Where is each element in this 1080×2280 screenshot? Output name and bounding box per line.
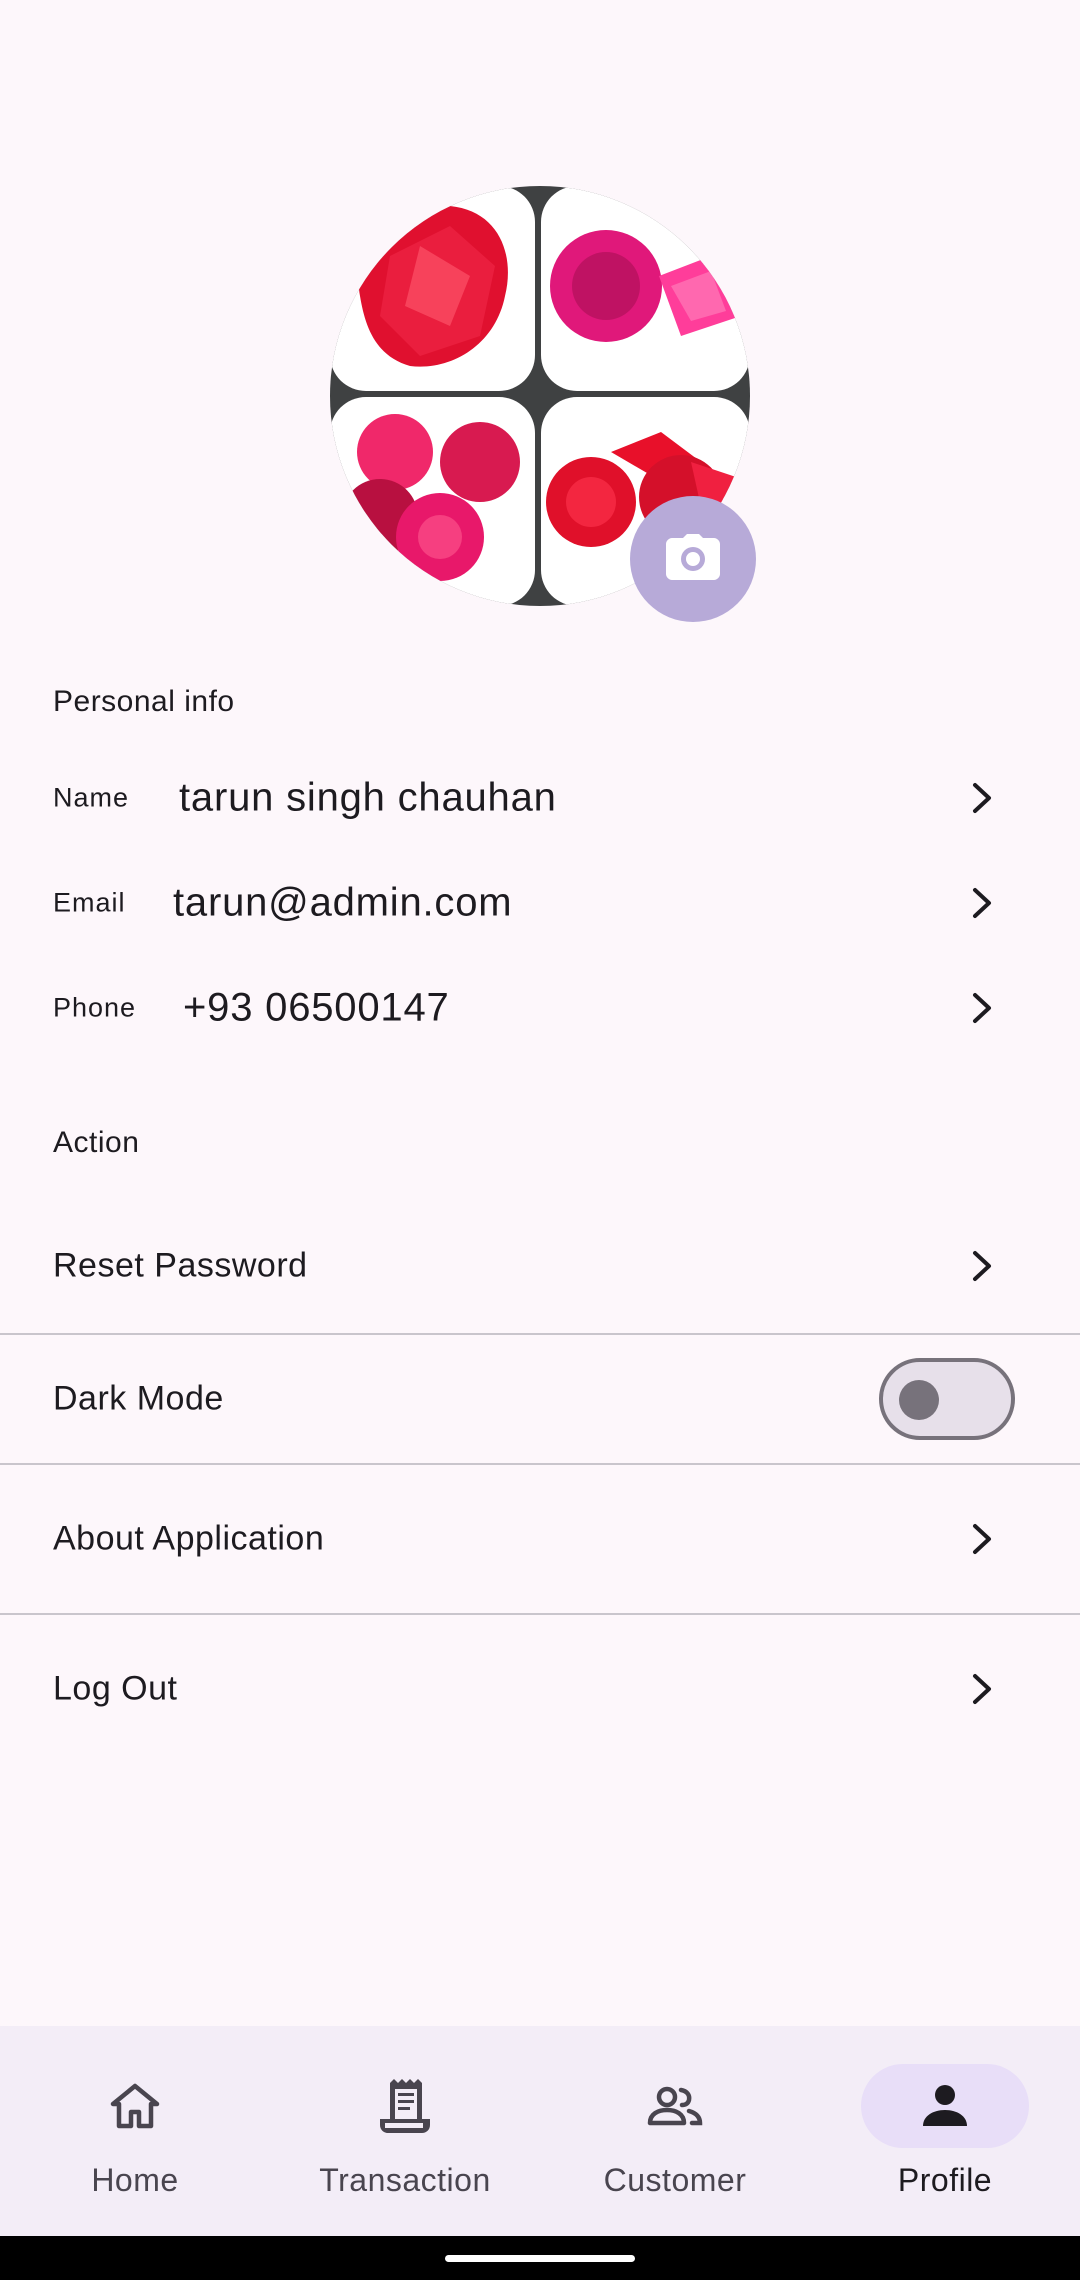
name-row[interactable]: Name tarun singh chauhan	[53, 758, 1027, 838]
bottom-navigation: Home Transaction Customer Profile	[0, 2026, 1080, 2236]
people-icon	[647, 2086, 703, 2126]
personal-info-heading: Personal info	[53, 685, 235, 718]
status-bar	[0, 0, 1080, 90]
nav-item-transaction[interactable]: Transaction	[270, 2026, 540, 2236]
chevron-right-icon	[973, 1251, 991, 1281]
email-value: tarun@admin.com	[173, 880, 513, 925]
chevron-right-icon	[973, 783, 991, 813]
chevron-right-icon	[973, 1674, 991, 1704]
gesture-navigation-area	[0, 2236, 1080, 2280]
reset-password-item[interactable]: Reset Password	[0, 1200, 1080, 1332]
nav-icon-container	[861, 2064, 1029, 2148]
person-icon	[923, 2085, 967, 2126]
nav-label-transaction: Transaction	[319, 2162, 491, 2198]
avatar-tile	[330, 397, 535, 606]
profile-avatar-container	[330, 186, 756, 622]
camera-icon	[666, 533, 720, 585]
email-label: Email	[53, 887, 126, 918]
action-heading: Action	[53, 1126, 140, 1159]
about-application-label: About Application	[53, 1519, 325, 1558]
nav-item-profile[interactable]: Profile	[810, 2026, 1080, 2236]
nav-item-home[interactable]: Home	[0, 2026, 270, 2236]
phone-row[interactable]: Phone +93 06500147	[53, 968, 1027, 1048]
chevron-right-icon	[973, 888, 991, 918]
nav-label-home: Home	[91, 2162, 179, 2198]
toggle-knob	[899, 1380, 939, 1420]
name-value: tarun singh chauhan	[179, 775, 557, 820]
reset-password-label: Reset Password	[53, 1246, 308, 1285]
home-icon	[110, 2083, 160, 2129]
about-application-item[interactable]: About Application	[0, 1465, 1080, 1613]
home-gesture-handle[interactable]	[445, 2255, 635, 2262]
change-photo-button[interactable]	[630, 496, 756, 622]
receipt-icon	[380, 2079, 430, 2133]
email-row[interactable]: Email tarun@admin.com	[53, 863, 1027, 943]
avatar-tile	[541, 186, 750, 391]
nav-icon-container	[51, 2064, 219, 2148]
nav-icon-container	[321, 2064, 489, 2148]
dark-mode-item[interactable]: Dark Mode	[0, 1335, 1080, 1463]
name-label: Name	[53, 782, 130, 813]
log-out-item[interactable]: Log Out	[0, 1615, 1080, 1763]
phone-value: +93 06500147	[183, 985, 450, 1030]
nav-icon-container	[591, 2064, 759, 2148]
nav-label-profile: Profile	[897, 2162, 993, 2198]
avatar-tile	[330, 186, 535, 391]
chevron-right-icon	[973, 993, 991, 1023]
nav-item-customer[interactable]: Customer	[540, 2026, 810, 2236]
dark-mode-label: Dark Mode	[53, 1379, 224, 1418]
chevron-right-icon	[973, 1524, 991, 1554]
nav-label-customer: Customer	[603, 2162, 747, 2198]
dark-mode-toggle[interactable]	[879, 1358, 1015, 1440]
log-out-label: Log Out	[53, 1669, 178, 1708]
phone-label: Phone	[53, 992, 137, 1023]
